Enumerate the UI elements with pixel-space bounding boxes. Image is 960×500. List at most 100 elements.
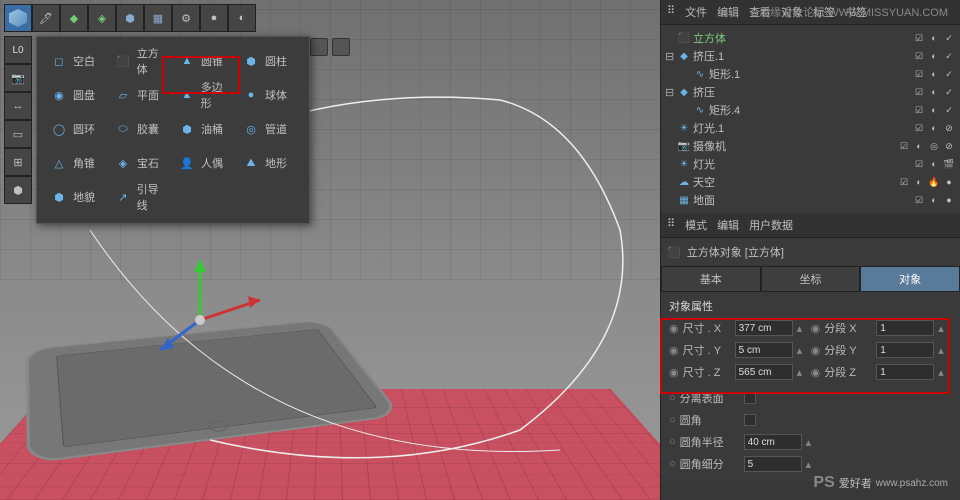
tool-btn-3[interactable]: ◆	[60, 4, 88, 32]
primitive-人偶[interactable]: 👤人偶	[173, 147, 237, 179]
spinner-icon[interactable]: ▴	[938, 322, 948, 335]
primitive-空白[interactable]: ◻空白	[45, 45, 109, 77]
primitive-平面[interactable]: ▱平面	[109, 79, 173, 111]
tool-btn-5[interactable]: ⬢	[116, 4, 144, 32]
tag-icon[interactable]: ◐	[927, 157, 941, 171]
spinner-icon[interactable]: ▴	[797, 366, 807, 379]
tool-btn-9[interactable]: ◐	[228, 4, 256, 32]
tag-icon[interactable]: ☑	[912, 121, 926, 135]
side-tool-6[interactable]: ⬢	[4, 176, 32, 204]
tree-row[interactable]: ⬛立方体☑◐✓	[661, 29, 960, 47]
side-tool-4[interactable]: ▭	[4, 120, 32, 148]
tag-icon[interactable]: ☑	[912, 193, 926, 207]
subtab-坐标[interactable]: 坐标	[761, 266, 861, 292]
tool-btn-2[interactable]: 🖊	[32, 4, 60, 32]
size-input[interactable]	[735, 342, 793, 358]
tag-icon[interactable]: ◐	[927, 67, 941, 81]
seg-input[interactable]	[876, 320, 934, 336]
primitive-地形[interactable]: ⛰地形	[237, 147, 301, 179]
checkbox[interactable]	[744, 414, 756, 426]
subtab-对象[interactable]: 对象	[860, 266, 960, 292]
nav-icon-3[interactable]	[310, 38, 328, 56]
tag-icon[interactable]: ◎	[927, 139, 941, 153]
seg-input[interactable]	[876, 342, 934, 358]
tool-btn-6[interactable]: ▦	[144, 4, 172, 32]
tree-row[interactable]: ⊟◆挤压☑◐✓	[661, 83, 960, 101]
tree-row[interactable]: 📷摄像机☑◐◎⊘	[661, 137, 960, 155]
primitive-圆环[interactable]: ◯圆环	[45, 113, 109, 145]
tool-btn-8[interactable]: ●	[200, 4, 228, 32]
spinner-icon[interactable]: ▴	[806, 436, 816, 449]
tag-icon[interactable]: ◐	[927, 85, 941, 99]
spinner-icon[interactable]: ▴	[797, 322, 807, 335]
hierarchy-tree[interactable]: ⬛立方体☑◐✓⊟◆挤压.1☑◐✓∿矩形.1☑◐✓⊟◆挤压☑◐✓∿矩形.4☑◐✓☀…	[661, 25, 960, 213]
tree-row[interactable]: ☀灯光.1☑◐⊘	[661, 119, 960, 137]
spinner-icon[interactable]: ▴	[797, 344, 807, 357]
tag-icon[interactable]: ☑	[912, 157, 926, 171]
side-tool-lo[interactable]: L0	[4, 36, 32, 64]
primitive-圆锥[interactable]: ▲圆锥	[173, 45, 237, 77]
primitive-地貌[interactable]: ⬢地貌	[45, 181, 109, 213]
tag-icon[interactable]: ☑	[912, 85, 926, 99]
tag-icon[interactable]: ◐	[927, 103, 941, 117]
tag-icon[interactable]: ✓	[942, 85, 956, 99]
primitive-多边形[interactable]: ▲多边形	[173, 79, 237, 111]
side-tool-3[interactable]: ↔	[4, 92, 32, 120]
primitive-宝石[interactable]: ◈宝石	[109, 147, 173, 179]
tag-icon[interactable]: ✓	[942, 49, 956, 63]
tag-icon[interactable]: ◐	[927, 31, 941, 45]
size-input[interactable]	[735, 364, 793, 380]
prop-input[interactable]	[744, 456, 802, 472]
tag-icon[interactable]: ☑	[912, 31, 926, 45]
side-tool-2[interactable]: 📷	[4, 64, 32, 92]
tree-toggle[interactable]: ⊟	[665, 50, 675, 63]
primitive-球体[interactable]: ●球体	[237, 79, 301, 111]
tool-btn-4[interactable]: ◈	[88, 4, 116, 32]
primitive-角锥[interactable]: △角锥	[45, 147, 109, 179]
spinner-icon[interactable]: ▴	[938, 344, 948, 357]
tag-icon[interactable]: ✓	[942, 31, 956, 45]
tree-row[interactable]: ∿矩形.4☑◐✓	[661, 101, 960, 119]
tree-row[interactable]: ▦地面☑◐●	[661, 191, 960, 209]
tree-row[interactable]: ⊟◆挤压.1☑◐✓	[661, 47, 960, 65]
tab-file[interactable]: 文件	[685, 4, 707, 20]
spinner-icon[interactable]: ▴	[806, 458, 816, 471]
checkbox[interactable]	[744, 392, 756, 404]
primitive-圆盘[interactable]: ◉圆盘	[45, 79, 109, 111]
tag-icon[interactable]: ◐	[912, 175, 926, 189]
tree-row[interactable]: ☁天空☑◐🔥●	[661, 173, 960, 191]
tool-btn-7[interactable]: ⚙	[172, 4, 200, 32]
tab-edit[interactable]: 编辑	[717, 4, 739, 20]
tag-icon[interactable]: ☑	[912, 49, 926, 63]
tag-icon[interactable]: ☑	[912, 67, 926, 81]
primitive-立方体[interactable]: ⬛立方体	[109, 45, 173, 77]
tag-icon[interactable]: ⊘	[942, 121, 956, 135]
primitive-管道[interactable]: ◎管道	[237, 113, 301, 145]
subtab-基本[interactable]: 基本	[661, 266, 761, 292]
primitive-圆柱[interactable]: ⬢圆柱	[237, 45, 301, 77]
primitive-胶囊[interactable]: ⬭胶囊	[109, 113, 173, 145]
spinner-icon[interactable]: ▴	[938, 366, 948, 379]
tab-userdata[interactable]: 用户数据	[749, 217, 793, 233]
tag-icon[interactable]: ◐	[927, 121, 941, 135]
tree-row[interactable]: ☀灯光☑◐🎬	[661, 155, 960, 173]
primitive-引导线[interactable]: ↗引导线	[109, 181, 173, 213]
prop-input[interactable]	[744, 434, 802, 450]
tag-icon[interactable]: 🔥	[927, 175, 941, 189]
side-tool-5[interactable]: ⊞	[4, 148, 32, 176]
tab-edit2[interactable]: 编辑	[717, 217, 739, 233]
nav-icon-4[interactable]	[332, 38, 350, 56]
cube-tool-button[interactable]	[4, 4, 32, 32]
tag-icon[interactable]: ◐	[912, 139, 926, 153]
tag-icon[interactable]: ⊘	[942, 139, 956, 153]
tag-icon[interactable]: ☑	[897, 175, 911, 189]
tag-icon[interactable]: ◐	[927, 49, 941, 63]
tree-row[interactable]: ∿矩形.1☑◐✓	[661, 65, 960, 83]
tag-icon[interactable]: ✓	[942, 67, 956, 81]
tab-mode[interactable]: 模式	[685, 217, 707, 233]
tag-icon[interactable]: ●	[942, 193, 956, 207]
move-gizmo[interactable]	[160, 260, 280, 383]
tree-toggle[interactable]: ⊟	[665, 86, 675, 99]
tag-icon[interactable]: ☑	[912, 103, 926, 117]
tag-icon[interactable]: 🎬	[942, 157, 956, 171]
